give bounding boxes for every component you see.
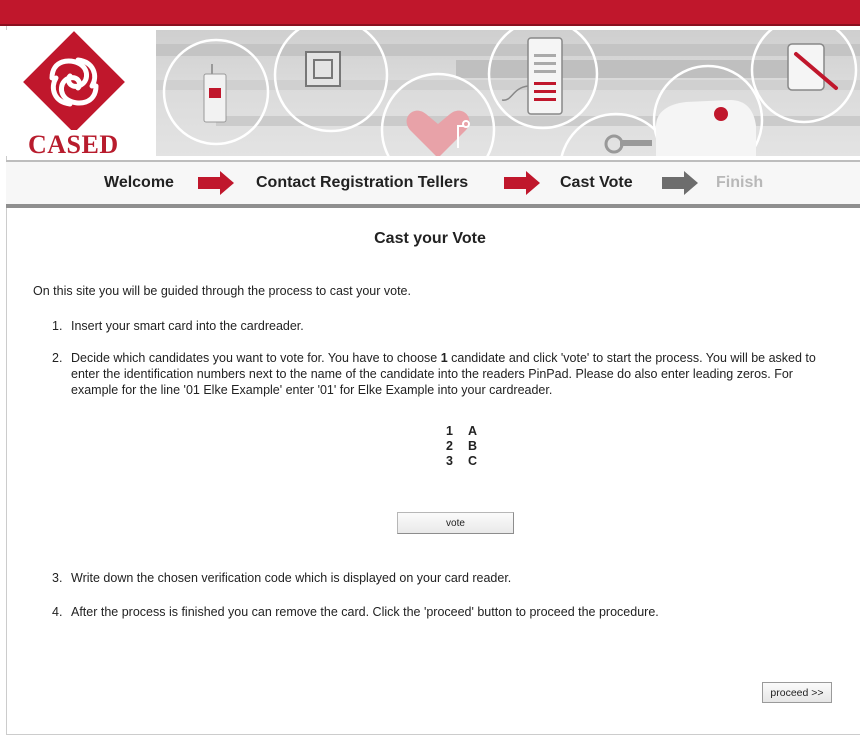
cased-logo-icon (23, 31, 125, 130)
header: CASED (6, 30, 860, 159)
cased-logo: CASED (6, 30, 156, 159)
instruction-step-1: 1. Insert your smart card into the cardr… (52, 318, 837, 334)
instruction-step-3: 3. Write down the chosen verification co… (52, 570, 837, 586)
candidate-list: 1A 2B 3C (446, 424, 477, 469)
candidate-id: 1 (446, 424, 453, 438)
step-text: Decide which candidates you want to vote… (71, 350, 837, 398)
arrow-right-icon (198, 171, 234, 195)
nav-step-welcome: Welcome (104, 174, 174, 191)
step-number: 2. (52, 351, 63, 365)
step-text: After the process is finished you can re… (71, 605, 659, 619)
candidate-row: 2B (446, 439, 477, 454)
arrow-right-icon (504, 171, 540, 195)
instruction-step-2: 2. Decide which candidates you want to v… (52, 350, 837, 398)
candidate-id: 2 (446, 439, 453, 453)
rfid-chip-icon (305, 51, 341, 87)
candidate-id: 3 (446, 454, 453, 468)
step-number: 3. (52, 571, 63, 585)
intro-text: On this site you will be guided through … (33, 284, 411, 298)
arrow-right-icon (662, 171, 698, 195)
top-red-bar (0, 0, 860, 24)
step-text: Write down the chosen verification code … (71, 571, 512, 585)
candidate-name: C (468, 454, 478, 468)
candidate-name: A (468, 424, 478, 438)
candidate-count: 1 (440, 351, 448, 365)
instruction-step-4: 4. After the process is finished you can… (52, 604, 837, 620)
header-banner (156, 30, 860, 156)
vote-button[interactable]: vote (397, 512, 514, 534)
logo-text: CASED (28, 130, 119, 159)
proceed-button[interactable]: proceed >> (762, 682, 832, 703)
step-number: 1. (52, 319, 63, 333)
candidate-name: B (468, 439, 478, 453)
page-title: Cast your Vote (374, 230, 486, 247)
step-text: Insert your smart card into the cardread… (71, 319, 304, 333)
car-icon (656, 100, 756, 156)
step-text-part: Decide which candidates you want to vote… (71, 351, 441, 365)
key-icon (604, 134, 652, 154)
nav-step-cast-vote: Cast Vote (560, 174, 633, 191)
candidate-row: 3C (446, 454, 477, 469)
card-reader-icon (203, 64, 227, 123)
nav-step-finish: Finish (716, 174, 764, 191)
nav-step-contact-registration-tellers: Contact Registration Tellers (256, 174, 469, 191)
progress-nav: Welcome Contact Registration Tellers Cas… (6, 160, 860, 208)
step-number: 4. (52, 605, 63, 619)
candidate-row: 1A (446, 424, 477, 439)
banner-illustration (156, 30, 860, 156)
